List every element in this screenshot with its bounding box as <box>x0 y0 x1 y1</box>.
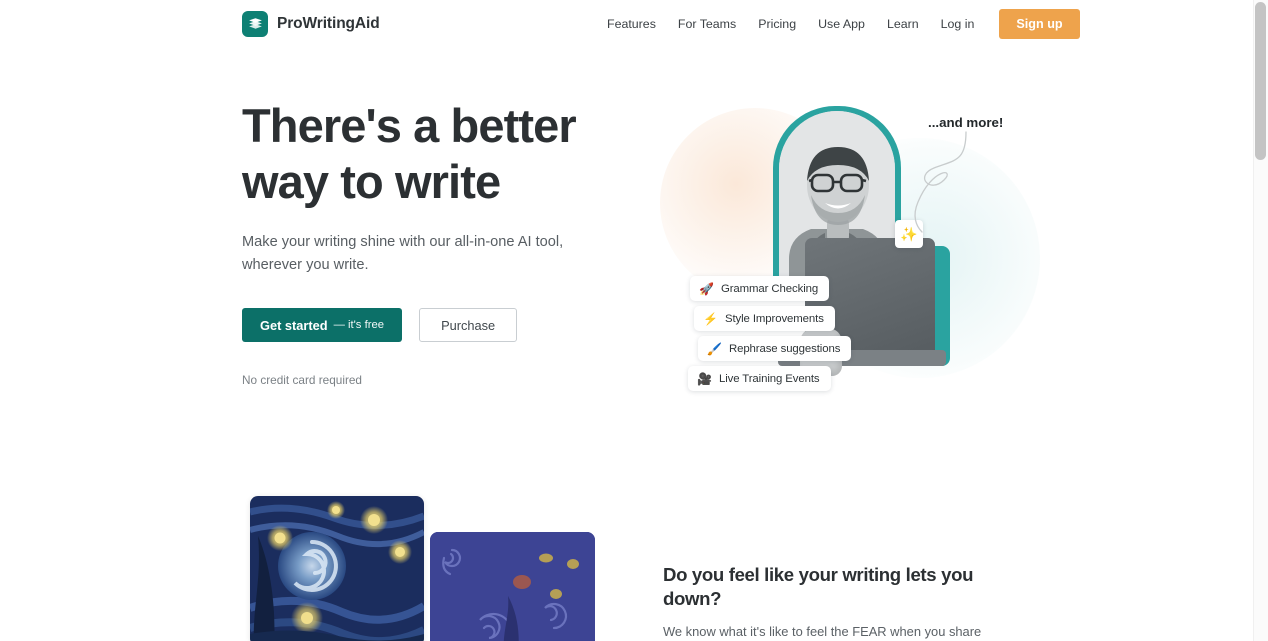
purchase-button[interactable]: Purchase <box>419 308 518 342</box>
hero-illustration: 🚀 Grammar Checking ⚡ Style Improvements … <box>650 98 1050 438</box>
nav-link-learn[interactable]: Learn <box>876 12 930 36</box>
comparison-images <box>242 496 632 641</box>
feature-chip: 🚀 Grammar Checking <box>690 276 830 301</box>
nav-link-log-in[interactable]: Log in <box>930 12 986 36</box>
nav-link-features[interactable]: Features <box>596 12 667 36</box>
sign-up-button[interactable]: Sign up <box>999 8 1080 40</box>
book-pages-icon <box>242 11 268 37</box>
simplified-flat-image <box>430 532 595 641</box>
feature-chip: 🖌️ Rephrase suggestions <box>698 336 852 361</box>
paintbrush-icon: 🖌️ <box>707 341 722 356</box>
rocket-icon: 🚀 <box>699 281 714 296</box>
hero-cta-group: Get started — it's free Purchase <box>242 308 642 342</box>
hero-section: There's a better way to write Make your … <box>0 48 1253 468</box>
hero-copy: There's a better way to write Make your … <box>242 98 642 387</box>
get-started-suffix: — it's free <box>333 319 385 331</box>
nav-link-use-app[interactable]: Use App <box>807 12 876 36</box>
feature-chip: ⚡ Style Improvements <box>694 306 835 331</box>
get-started-label: Get started <box>260 317 328 333</box>
scrollbar-thumb[interactable] <box>1255 2 1266 160</box>
and-more-label: ...and more! <box>928 115 1004 130</box>
main-navigation: Features For Teams Pricing Use App Learn… <box>596 0 1080 48</box>
feature-chip-label: Grammar Checking <box>720 282 819 295</box>
feature-chip: 🎥 Live Training Events <box>688 366 831 391</box>
section-body: We know what it's like to feel the FEAR … <box>663 624 982 639</box>
nav-link-pricing[interactable]: Pricing <box>747 12 807 36</box>
feature-chip-label: Style Improvements <box>724 312 824 325</box>
pointer-squiggle-line <box>914 131 967 233</box>
lightning-icon: ⚡ <box>703 311 718 326</box>
brand-name: ProWritingAid <box>277 15 380 32</box>
section-title: Do you feel like your writing lets you d… <box>663 564 974 609</box>
nav-link-for-teams[interactable]: For Teams <box>667 12 747 36</box>
site-header: ProWritingAid Features For Teams Pricing… <box>0 0 1253 48</box>
no-credit-card-note: No credit card required <box>242 373 362 387</box>
brand-logo-link[interactable]: ProWritingAid <box>242 11 380 37</box>
hero-subtitle: Make your writing shine with our all-in-… <box>242 234 564 273</box>
writing-lets-you-down-section: My idea in my head Do you feel like your… <box>0 468 1253 641</box>
movie-camera-icon: 🎥 <box>697 371 712 386</box>
section-copy: Do you feel like your writing lets you d… <box>663 563 1023 641</box>
feature-chip-label: Live Training Events <box>718 372 820 385</box>
get-started-button[interactable]: Get started — it's free <box>242 308 403 342</box>
feature-chip-list: 🚀 Grammar Checking ⚡ Style Improvements … <box>688 276 868 396</box>
feature-chip-label: Rephrase suggestions <box>728 342 841 355</box>
page-scrollbar[interactable] <box>1253 0 1268 641</box>
page-title: There's a better way to write <box>242 99 577 208</box>
starry-night-image <box>250 496 424 641</box>
page-root: ProWritingAid Features For Teams Pricing… <box>0 0 1268 641</box>
